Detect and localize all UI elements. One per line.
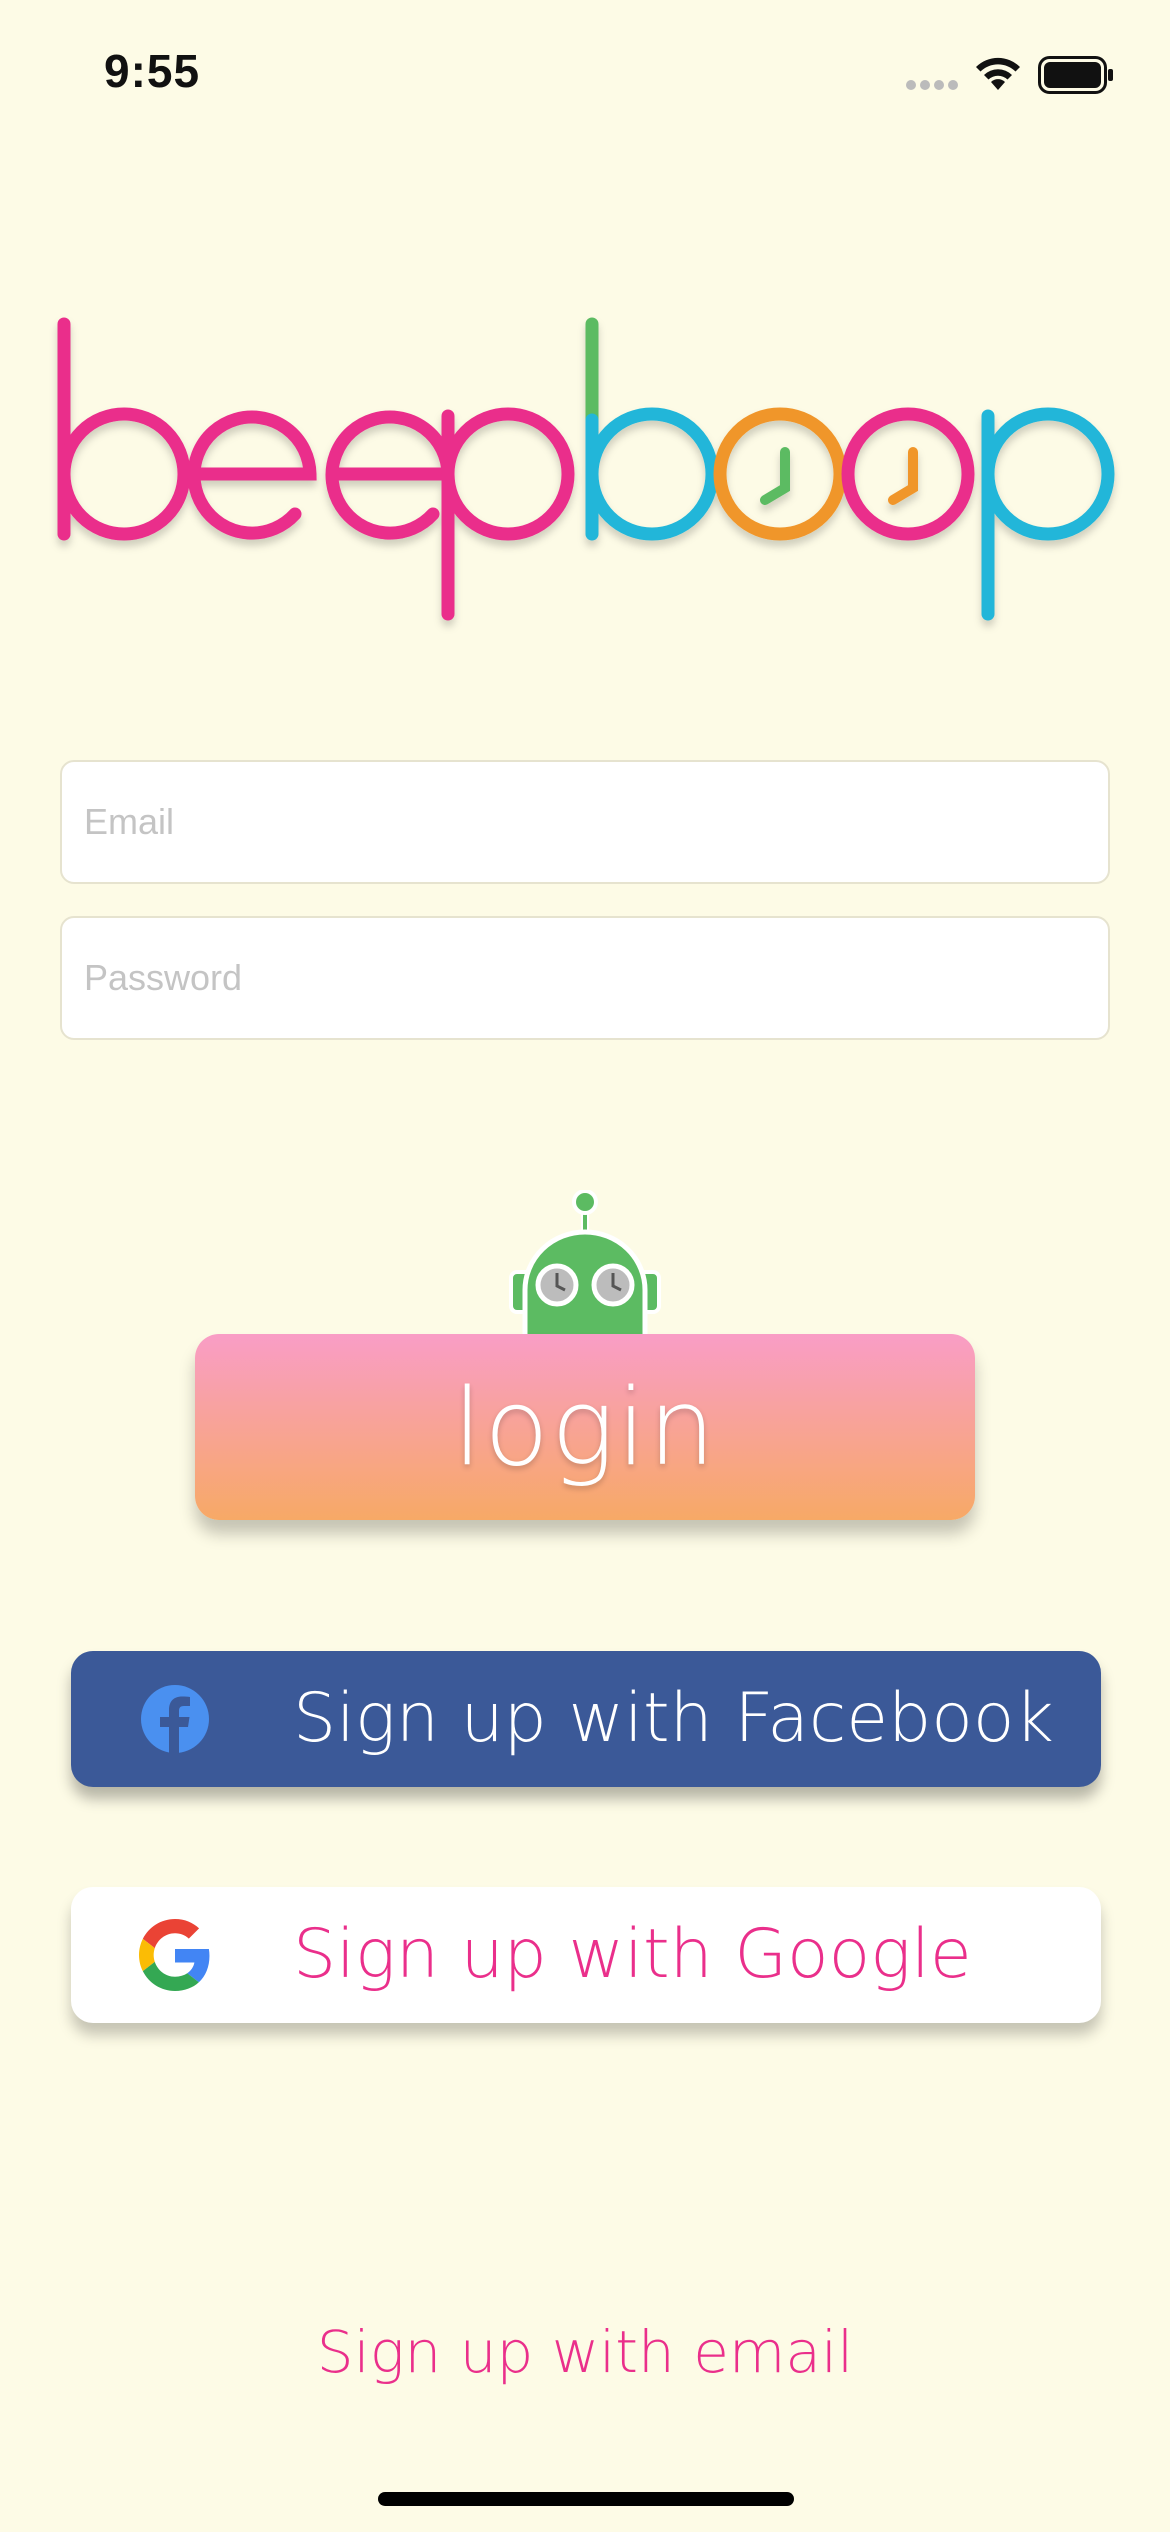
cellular-signal-icon <box>906 80 958 90</box>
wifi-icon <box>976 57 1020 90</box>
email-input[interactable] <box>62 762 1108 882</box>
password-input[interactable] <box>62 918 1108 1038</box>
google-signup-label: Sign up with Google <box>293 1915 972 1994</box>
facebook-signup-button[interactable]: Sign up with Facebook <box>71 1651 1101 1787</box>
facebook-icon <box>141 1685 209 1755</box>
email-signup-link[interactable]: Sign up with email <box>0 2318 1170 2386</box>
robot-mascot-icon <box>509 1190 661 1340</box>
login-button-label: login <box>452 1365 718 1489</box>
status-bar: 9:55 <box>0 0 1170 150</box>
email-field[interactable] <box>60 760 1110 884</box>
facebook-signup-label: Sign up with Facebook <box>293 1679 1054 1758</box>
google-icon <box>139 1919 210 1991</box>
login-button[interactable]: login <box>195 1334 975 1520</box>
password-field[interactable] <box>60 916 1110 1040</box>
battery-icon <box>1038 56 1113 94</box>
home-indicator[interactable] <box>378 2492 794 2506</box>
google-signup-button[interactable]: Sign up with Google <box>71 1887 1101 2023</box>
status-time: 9:55 <box>104 45 201 97</box>
beepboop-logo <box>57 317 1115 621</box>
